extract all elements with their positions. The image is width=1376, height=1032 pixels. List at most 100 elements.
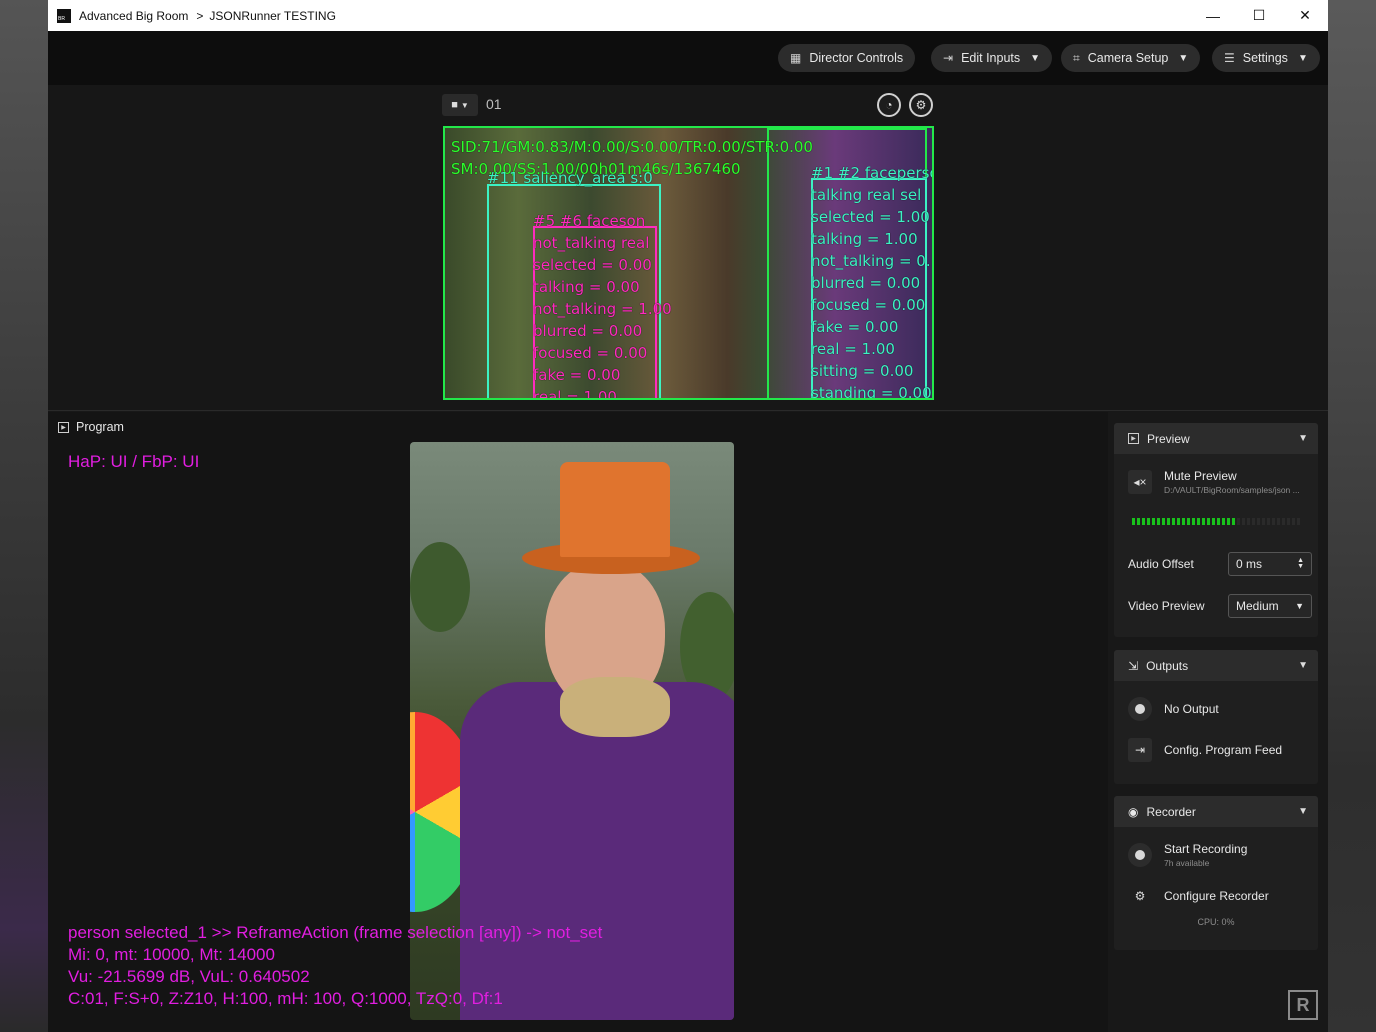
overlay-attribute-line: blurred = 0.00 bbox=[533, 322, 643, 340]
program-info-line: Mi: 0, mt: 10000, Mt: 14000 bbox=[68, 945, 275, 964]
program-info-line: person selected_1 >> ReframeAction (fram… bbox=[68, 923, 603, 942]
clapperboard-icon: ▦ bbox=[790, 51, 802, 65]
reset-button[interactable]: ◔ bbox=[877, 93, 901, 117]
video-hat bbox=[560, 462, 670, 557]
minimize-button[interactable]: — bbox=[1190, 0, 1236, 31]
mute-preview-row[interactable]: ◂× Mute Preview D:/VAULT/BigRoom/samples… bbox=[1128, 469, 1300, 495]
output-icon: ⇲ bbox=[1128, 658, 1139, 673]
mute-preview-label: Mute Preview bbox=[1164, 469, 1237, 483]
no-output-row[interactable]: No Output bbox=[1128, 697, 1219, 721]
chevron-down-icon: ▼ bbox=[460, 100, 469, 110]
edit-inputs-button[interactable]: ⇥ Edit Inputs ▼ bbox=[931, 44, 1053, 72]
window-controls: — ☐ ✕ bbox=[1190, 0, 1328, 31]
camera-feed[interactable]: SID:71/GM:0.83/M:0.00/S:0.00/TR:0.00/STR… bbox=[443, 126, 934, 400]
program-area: ▶ Program HaP: UI / FbP: UI person selec… bbox=[48, 412, 1108, 1032]
overlay-attribute-line: selected = 0.00 bbox=[533, 256, 652, 274]
frame-icon: ⌗ bbox=[1073, 50, 1080, 65]
camera-settings-button[interactable]: ⚙ bbox=[909, 93, 933, 117]
audio-offset-stepper[interactable]: 0 ms ▲ ▼ bbox=[1228, 552, 1312, 576]
outputs-title: Outputs bbox=[1146, 658, 1189, 673]
start-recording-row[interactable]: Start Recording 7h available bbox=[1128, 842, 1247, 868]
outputs-panel-header[interactable]: ⇲ Outputs ▼ bbox=[1114, 650, 1318, 681]
meter-segment bbox=[1177, 518, 1180, 525]
chevron-down-icon: ▼ bbox=[1030, 52, 1041, 64]
overlay-attribute-line: focused = 0.00 bbox=[533, 344, 648, 362]
meter-segment bbox=[1182, 518, 1185, 525]
brand-logo-icon: R bbox=[1288, 990, 1318, 1020]
meter-segment bbox=[1292, 518, 1295, 525]
play-icon: ▶ bbox=[1128, 433, 1139, 444]
overlay-attribute-line: not_talking = 0. bbox=[811, 252, 931, 270]
app-name: Advanced Big Room bbox=[79, 8, 189, 23]
meter-segment bbox=[1282, 518, 1285, 525]
program-info-line: Vu: -21.5699 dB, VuL: 0.640502 bbox=[68, 967, 310, 986]
recorder-panel-header[interactable]: ◉ Recorder ▼ bbox=[1114, 796, 1318, 827]
status-dot-icon bbox=[1135, 704, 1145, 714]
desktop-background-left bbox=[0, 0, 48, 1032]
start-recording-button[interactable] bbox=[1128, 843, 1152, 867]
overlay-attribute-line: fake = 0.00 bbox=[533, 366, 621, 384]
meter-segment bbox=[1152, 518, 1155, 525]
overlay-attribute-line: talking = 1.00 bbox=[811, 230, 918, 248]
meter-segment bbox=[1262, 518, 1265, 525]
close-button[interactable]: ✕ bbox=[1282, 0, 1328, 31]
meter-segment bbox=[1287, 518, 1290, 525]
video-preview-select[interactable]: Medium ▼ bbox=[1228, 594, 1312, 618]
meter-segment bbox=[1142, 518, 1145, 525]
document-name: JSONRunner TESTING bbox=[209, 8, 336, 23]
camera-monitor-area: ■ ▼ 01 ◔ ⚙ SID:71/GM:0.83/M:0.00/S:0.00/… bbox=[48, 85, 1328, 411]
chevron-down-icon: ▼ bbox=[1298, 433, 1308, 444]
camera-setup-button[interactable]: ⌗ Camera Setup ▼ bbox=[1061, 44, 1201, 72]
meter-segment bbox=[1212, 518, 1215, 525]
video-camera-icon: ■ bbox=[451, 99, 458, 111]
config-program-feed-row[interactable]: ⇥ Config. Program Feed bbox=[1128, 738, 1282, 762]
no-output-label: No Output bbox=[1164, 702, 1219, 716]
app-logo-icon: BR bbox=[57, 8, 71, 23]
meter-segment bbox=[1257, 518, 1260, 525]
overlay-attribute-line: standing = 0.00 bbox=[811, 384, 932, 400]
cpu-usage: CPU: 0% bbox=[1197, 917, 1235, 927]
maximize-button[interactable]: ☐ bbox=[1236, 0, 1282, 31]
camera-select-dropdown[interactable]: ■ ▼ bbox=[442, 94, 478, 116]
gear-icon: ⚙ bbox=[1134, 889, 1146, 903]
start-recording-label: Start Recording bbox=[1164, 842, 1248, 856]
video-foliage bbox=[410, 542, 470, 632]
overlay-attribute-line: talking = 0.00 bbox=[533, 278, 640, 296]
meter-segment bbox=[1242, 518, 1245, 525]
no-output-toggle[interactable] bbox=[1128, 697, 1152, 721]
director-controls-button[interactable]: ▦ Director Controls bbox=[778, 44, 916, 72]
right-face-title: #1 #2 faceperso bbox=[811, 164, 934, 182]
meter-segment bbox=[1272, 518, 1275, 525]
meter-segment bbox=[1297, 518, 1300, 525]
configure-recorder-row[interactable]: ⚙ Configure Recorder bbox=[1128, 884, 1269, 908]
chevron-down-icon: ▼ bbox=[1298, 806, 1308, 817]
meter-segment bbox=[1277, 518, 1280, 525]
stepper-arrows-icon[interactable]: ▲ ▼ bbox=[1297, 557, 1304, 570]
audio-offset-value: 0 ms bbox=[1236, 557, 1263, 571]
meter-segment bbox=[1207, 518, 1210, 525]
meter-segment bbox=[1247, 518, 1250, 525]
meter-segment bbox=[1132, 518, 1135, 525]
config-program-feed-label: Config. Program Feed bbox=[1164, 743, 1283, 757]
configure-recorder-label: Configure Recorder bbox=[1164, 889, 1269, 903]
overlay-attribute-line: talking real sel bbox=[811, 186, 922, 204]
preview-panel: ▶ Preview ▼ ◂× Mute Preview D:/VAULT/Big… bbox=[1114, 423, 1318, 637]
program-info-line: C:01, F:S+0, Z:Z10, H:100, mH: 100, Q:10… bbox=[68, 989, 503, 1008]
meter-segment bbox=[1202, 518, 1205, 525]
settings-button[interactable]: ☰ Settings ▼ bbox=[1212, 44, 1320, 72]
preview-panel-header[interactable]: ▶ Preview ▼ bbox=[1114, 423, 1318, 454]
config-feed-icon: ⇥ bbox=[1128, 738, 1152, 762]
overlay-attribute-line: real = 1.00 bbox=[811, 340, 895, 358]
meter-segment bbox=[1197, 518, 1200, 525]
overlay-attribute-line: selected = 1.00 bbox=[811, 208, 930, 226]
chevron-down-icon: ▼ bbox=[1298, 660, 1308, 671]
meter-segment bbox=[1222, 518, 1225, 525]
input-icon: ⇥ bbox=[943, 51, 954, 65]
breadcrumb-separator: > bbox=[196, 8, 204, 23]
meter-segment bbox=[1167, 518, 1170, 525]
meter-segment bbox=[1227, 518, 1230, 525]
menu-icon: ☰ bbox=[1224, 51, 1235, 65]
overlay-stats-line-1: SID:71/GM:0.83/M:0.00/S:0.00/TR:0.00/STR… bbox=[451, 138, 813, 156]
program-info: person selected_1 >> ReframeAction (fram… bbox=[68, 922, 602, 1010]
record-dot-icon bbox=[1135, 850, 1145, 860]
